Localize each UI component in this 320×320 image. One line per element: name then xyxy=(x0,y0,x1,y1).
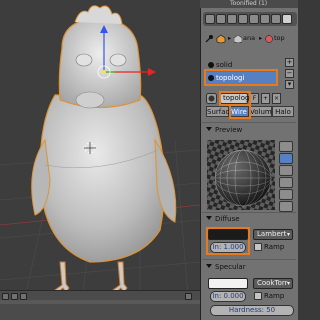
expand-arrow-icon xyxy=(206,127,212,131)
new-material-button[interactable]: + xyxy=(261,93,270,104)
material-users-button[interactable]: F xyxy=(250,93,259,104)
dropdown-value: CookTorr xyxy=(257,279,288,287)
data-icon[interactable] xyxy=(271,14,281,24)
preview-monkey-button[interactable] xyxy=(279,177,293,188)
viewport-header xyxy=(0,290,200,320)
tab-highlight-frame xyxy=(229,104,251,119)
render-icon[interactable] xyxy=(205,14,215,24)
constraints-icon[interactable] xyxy=(249,14,259,24)
expand-arrow-icon xyxy=(206,216,212,220)
preview-sphere-button[interactable] xyxy=(279,153,293,164)
add-slot-button[interactable]: + xyxy=(285,58,294,67)
breadcrumb-object: ana xyxy=(243,34,256,42)
section-divider xyxy=(202,212,296,213)
diffuse-highlight-frame xyxy=(206,227,250,255)
3d-viewport[interactable] xyxy=(0,0,200,320)
unlink-material-button[interactable]: × xyxy=(272,93,281,104)
section-title: Diffuse xyxy=(215,215,240,223)
specular-shader-dropdown[interactable]: CookTorr ▾ xyxy=(253,278,293,289)
tab-halo[interactable]: Halo xyxy=(272,106,294,117)
preview-cube-button[interactable] xyxy=(279,165,293,176)
world-icon[interactable] xyxy=(227,14,237,24)
breadcrumb-material: top xyxy=(274,34,285,42)
preview-flat-button[interactable] xyxy=(279,141,293,152)
object-data-icon xyxy=(234,35,242,43)
section-divider xyxy=(202,259,296,260)
header-title: Toonified (1) xyxy=(230,0,268,7)
preview-sky-button[interactable] xyxy=(279,201,293,212)
scene-icon[interactable] xyxy=(216,14,226,24)
remove-slot-button[interactable]: − xyxy=(285,69,294,78)
slot-highlight-frame xyxy=(204,69,278,86)
preview-section-header[interactable]: Preview xyxy=(206,125,242,135)
timeline-strip[interactable] xyxy=(0,300,200,304)
object-icon[interactable] xyxy=(238,14,248,24)
section-title: Preview xyxy=(215,126,243,134)
specular-ramp-checkbox[interactable]: Ramp xyxy=(254,291,284,301)
specular-intensity-field[interactable]: In: 0.000 xyxy=(210,291,246,302)
section-divider xyxy=(202,122,296,123)
specular-section-header[interactable]: Specular xyxy=(206,262,246,272)
diffuse-ramp-checkbox[interactable]: Ramp xyxy=(254,242,284,252)
panel-header: Toonified (1) xyxy=(200,0,298,8)
slot-sphere-icon xyxy=(208,62,214,68)
select-menu-icon[interactable] xyxy=(11,293,18,300)
checkbox-label: Ramp xyxy=(264,292,285,300)
hardness-slider[interactable]: Hardness: 50 xyxy=(210,305,294,316)
material-type-tabs: Surfac Wire Volum Halo xyxy=(206,106,296,117)
checkbox-label: Ramp xyxy=(264,243,285,251)
diffuse-section-header[interactable]: Diffuse xyxy=(206,214,240,224)
slot-label: solid xyxy=(216,61,233,69)
mesh-object-icon xyxy=(216,34,226,44)
object-menu-icon[interactable] xyxy=(20,293,27,300)
specular-color-field[interactable] xyxy=(208,278,248,289)
pin-icon[interactable] xyxy=(204,34,214,44)
diffuse-shader-dropdown[interactable]: Lambert ▾ xyxy=(253,229,293,240)
browse-material-icon[interactable] xyxy=(206,93,217,104)
expand-arrow-icon xyxy=(206,264,212,268)
view-menu-icon[interactable] xyxy=(2,293,9,300)
viewport-scene[interactable] xyxy=(0,0,200,320)
preview-hair-button[interactable] xyxy=(279,189,293,200)
breadcrumb: ▸ ana ▸ top xyxy=(204,34,296,44)
modifiers-icon[interactable] xyxy=(260,14,270,24)
slot-specials-button[interactable]: ▾ xyxy=(285,80,294,89)
context-tab-bar xyxy=(203,12,297,26)
material-sphere-icon xyxy=(265,35,273,43)
section-title: Specular xyxy=(215,263,246,271)
dropdown-value: Lambert xyxy=(257,230,287,238)
checkbox-icon xyxy=(254,292,262,300)
tab-volume[interactable]: Volum xyxy=(249,106,272,117)
checkbox-icon xyxy=(254,243,262,251)
tab-surface[interactable]: Surfac xyxy=(206,106,229,117)
layer-icon[interactable] xyxy=(185,293,192,300)
material-icon[interactable] xyxy=(282,14,292,24)
material-preview xyxy=(207,140,275,210)
